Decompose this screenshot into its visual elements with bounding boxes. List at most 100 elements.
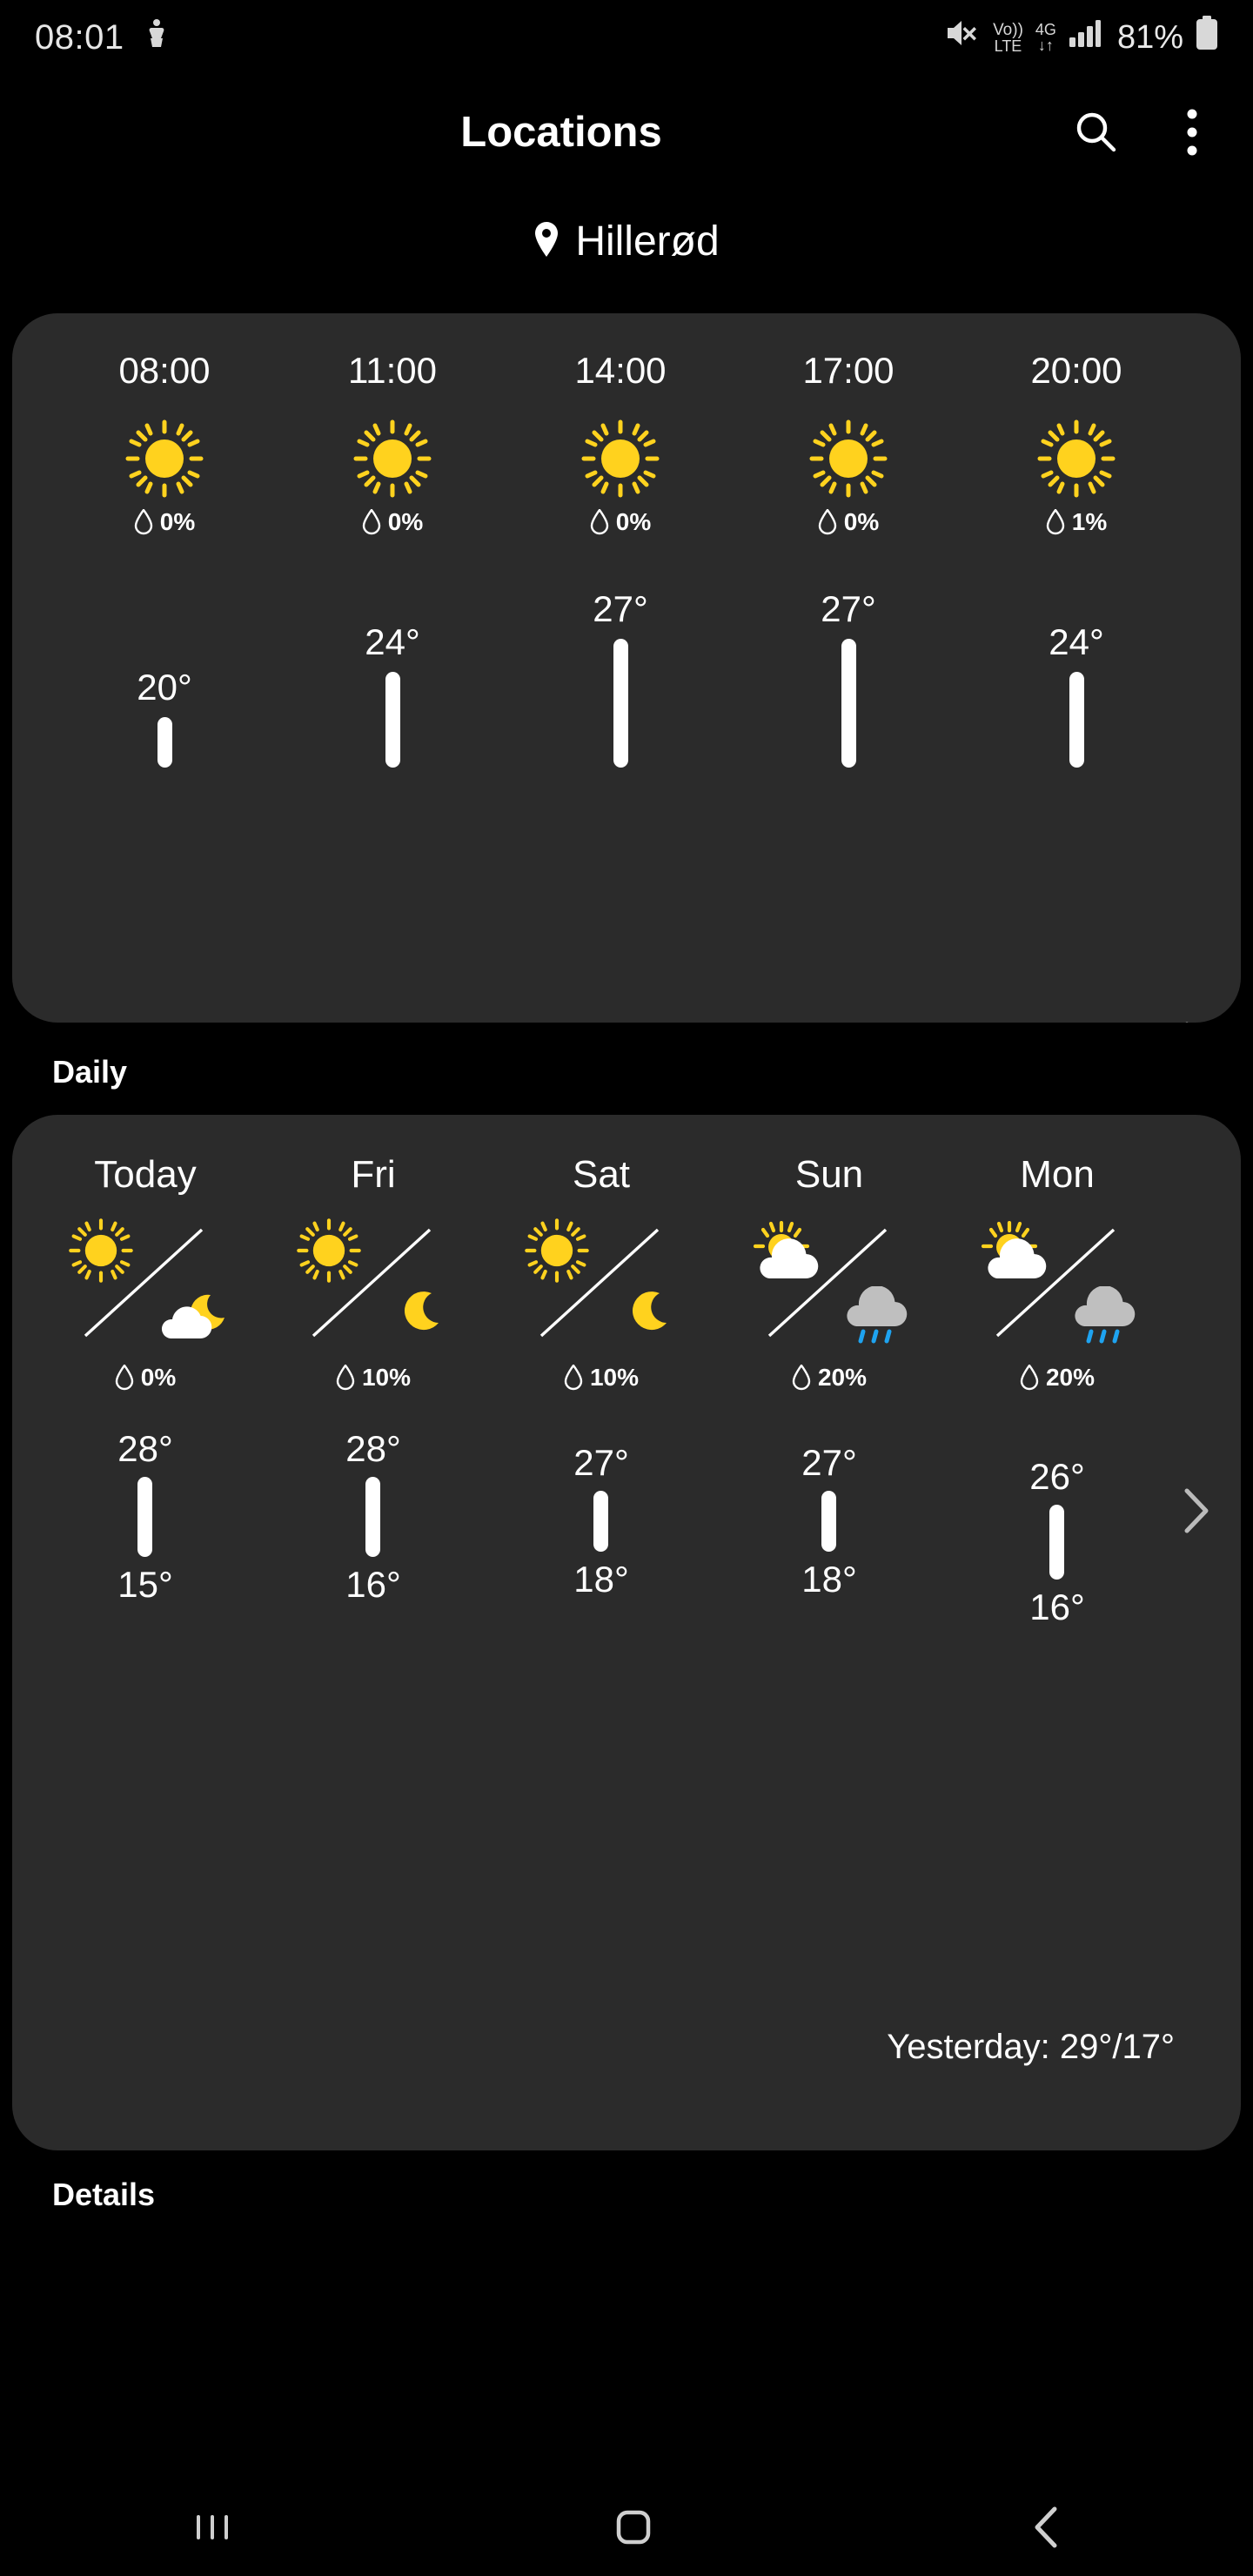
precip-value: 20%: [817, 1364, 868, 1391]
daily-next-icon[interactable]: [1176, 1488, 1216, 1533]
partly-sunny-icon: [752, 1220, 827, 1286]
hourly-item[interactable]: 17:00 0%: [734, 350, 962, 536]
droplet-icon: [1046, 509, 1064, 535]
status-clock: 08:01: [35, 17, 124, 57]
wetsuit-icon: [144, 18, 170, 57]
daily-low: 18°: [801, 1559, 857, 1600]
system-nav-bar: [0, 2482, 1253, 2576]
precip-chance: 0%: [115, 1364, 176, 1392]
partly-sunny-icon: [980, 1220, 1055, 1286]
app-bar: Locations: [0, 75, 1253, 190]
hourly-item[interactable]: 11:00 0%: [278, 350, 506, 536]
daily-temp-range: 27° 18°: [573, 1442, 629, 1600]
daily-weather-icons: [63, 1218, 228, 1348]
hourly-temp: 20°: [137, 667, 192, 708]
precip-value: 10%: [361, 1364, 412, 1391]
daily-item[interactable]: Fri 10% 28° 16°: [259, 1153, 487, 1628]
details-section-label: Details: [52, 2177, 156, 2212]
battery-icon: [1196, 16, 1218, 59]
precip-value: 0%: [159, 508, 196, 535]
hourly-temp-bar: [841, 639, 856, 768]
daily-day-name: Sat: [572, 1153, 631, 1196]
hourly-forecast-card[interactable]: 08:00 0% 11:00 0% 14:00 0% 17:00 0% 20:0…: [12, 313, 1241, 1023]
droplet-icon: [1020, 1365, 1039, 1391]
hourly-temp-bar: [157, 717, 172, 768]
daily-temp-range: 26° 16°: [1029, 1456, 1085, 1628]
daily-item[interactable]: Sun 20% 27° 18°: [715, 1153, 943, 1628]
hourly-time: 17:00: [802, 350, 895, 391]
sunny-icon: [808, 419, 888, 498]
precip-value: 1%: [1071, 508, 1108, 535]
daily-weather-icons: [519, 1218, 684, 1348]
daily-weather-icons: [747, 1218, 912, 1348]
daily-high: 28°: [117, 1428, 173, 1469]
hourly-temp-bar: [1069, 672, 1084, 768]
rain-icon: [839, 1285, 912, 1350]
droplet-icon: [564, 1365, 583, 1391]
droplet-icon: [115, 1365, 133, 1391]
hourly-item[interactable]: 20:00 1%: [962, 350, 1190, 536]
precip-chance: 20%: [792, 1364, 867, 1392]
daily-temp-range: 28° 16°: [345, 1428, 401, 1606]
precip-value: 0%: [843, 508, 880, 535]
hourly-time: 08:00: [118, 350, 211, 391]
precip-value: 0%: [140, 1364, 177, 1391]
volte-icon: Vo)) LTE: [993, 20, 1023, 55]
moon-icon: [621, 1290, 670, 1343]
precip-chance: 20%: [1020, 1364, 1095, 1392]
rain-icon: [1067, 1285, 1140, 1350]
location-name: Hillerød: [575, 218, 720, 265]
daily-forecast-card[interactable]: Today 0% 28° 15° Fri 10% 28° 16° Sat 10%…: [12, 1115, 1241, 2150]
moon-icon: [393, 1290, 442, 1343]
hourly-temp: 24°: [365, 621, 420, 662]
location-pin-icon: [533, 221, 559, 262]
daily-temp-bar: [137, 1477, 153, 1557]
back-icon[interactable]: [1030, 2505, 1065, 2554]
daily-day-name: Today: [94, 1153, 197, 1196]
mute-icon: [944, 17, 981, 58]
more-options-icon[interactable]: [1161, 101, 1223, 164]
daily-day-name: Mon: [1020, 1153, 1095, 1196]
location-header[interactable]: Hillerød: [0, 190, 1253, 292]
hourly-temp-item: 20°: [50, 667, 278, 768]
precip-value: 20%: [1045, 1364, 1096, 1391]
precip-chance: 0%: [590, 508, 651, 536]
daily-weather-icons: [291, 1218, 456, 1348]
precip-value: 0%: [615, 508, 652, 535]
daily-high: 28°: [345, 1428, 401, 1469]
search-icon[interactable]: [1065, 101, 1128, 164]
daily-item[interactable]: Mon 20% 26° 16°: [943, 1153, 1171, 1628]
daily-item[interactable]: Today 0% 28° 15°: [31, 1153, 259, 1628]
hourly-temp-chart: 20° 24° 27° 27° 24°: [12, 536, 1241, 788]
status-bar: 08:01 Vo)) LTE 4G ↓↑ 81%: [0, 0, 1253, 75]
precip-value: 10%: [589, 1364, 640, 1391]
hourly-temp: 27°: [593, 588, 648, 629]
hourly-time: 11:00: [348, 350, 437, 391]
daily-temp-bar: [365, 1477, 381, 1557]
daily-section-label: Daily: [52, 1054, 128, 1090]
daily-low: 18°: [573, 1559, 629, 1600]
daily-temp-bar: [1049, 1505, 1065, 1580]
hourly-item[interactable]: 08:00 0%: [50, 350, 278, 536]
daily-weather-icons: [975, 1218, 1140, 1348]
hourly-time: 20:00: [1030, 350, 1122, 391]
hourly-temp-item: 27°: [506, 588, 734, 768]
hourly-item[interactable]: 14:00 0%: [506, 350, 734, 536]
daily-day-name: Fri: [351, 1153, 396, 1196]
moon-cloud-icon: [155, 1290, 228, 1348]
recents-icon[interactable]: [188, 2510, 237, 2549]
daily-temp-range: 27° 18°: [801, 1442, 857, 1600]
daily-high: 27°: [801, 1442, 857, 1483]
precip-chance: 0%: [134, 508, 195, 536]
droplet-icon: [792, 1365, 811, 1391]
sunny-icon: [352, 419, 432, 498]
home-icon[interactable]: [613, 2507, 653, 2552]
precip-chance: 1%: [1046, 508, 1107, 536]
sunny-icon: [124, 419, 204, 498]
daily-item[interactable]: Sat 10% 27° 18°: [487, 1153, 715, 1628]
precip-chance: 0%: [362, 508, 423, 536]
precip-chance: 10%: [336, 1364, 411, 1392]
daily-temp-range: 28° 15°: [117, 1428, 173, 1606]
sunny-icon: [296, 1218, 362, 1288]
daily-temp-bar: [821, 1491, 837, 1552]
